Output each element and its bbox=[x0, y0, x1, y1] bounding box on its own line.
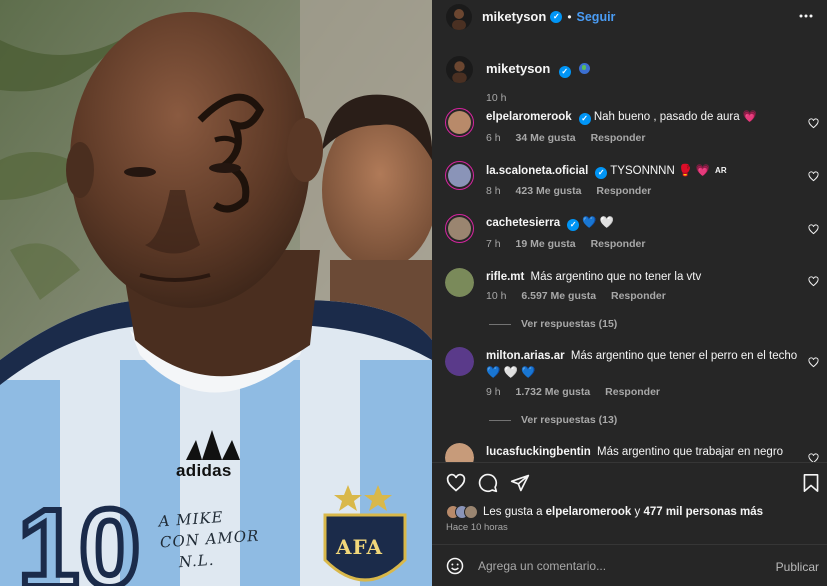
post-timestamp: Hace 10 horas bbox=[446, 522, 508, 533]
commenter-avatar[interactable] bbox=[445, 161, 474, 190]
comment-time: 10 h bbox=[486, 290, 507, 302]
like-comment-heart-icon[interactable] bbox=[808, 224, 819, 235]
verified-badge-icon: ✓ bbox=[578, 112, 591, 125]
reply-button[interactable]: Responder bbox=[591, 132, 646, 144]
more-options-icon[interactable] bbox=[799, 7, 813, 28]
author-username[interactable]: miketyson bbox=[482, 9, 546, 24]
post-photo[interactable]: 10 adidas A MIKE CON AMOR N.L. AFA bbox=[0, 0, 432, 586]
caption-avatar[interactable] bbox=[446, 56, 473, 83]
reply-button[interactable]: Responder bbox=[591, 238, 646, 250]
jersey-number: 10 bbox=[18, 487, 140, 586]
view-replies-button[interactable]: Ver respuestas (13) bbox=[489, 414, 617, 426]
likes-middle: y bbox=[631, 506, 644, 518]
comment-username[interactable]: lucasfuckingbentin bbox=[486, 446, 591, 458]
comment-likes[interactable]: 34 Me gusta bbox=[516, 132, 576, 144]
comment-emoji-line: 💙 🤍 💙 bbox=[486, 367, 536, 379]
comments-list[interactable]: miketyson ✓ 10 h elpelaromerook ✓ Nah bue… bbox=[432, 44, 827, 462]
reply-button[interactable]: Responder bbox=[596, 185, 651, 197]
verified-badge-icon: ✓ bbox=[567, 218, 580, 231]
comment-time: 9 h bbox=[486, 386, 501, 398]
comment-meta: 7 h 19 Me gusta Responder bbox=[486, 238, 657, 250]
like-comment-heart-icon[interactable] bbox=[808, 118, 819, 129]
likes-prefix: Les gusta a bbox=[483, 506, 546, 518]
comment-text: Nah bueno , pasado de aura bbox=[593, 111, 740, 123]
reply-button[interactable]: Responder bbox=[605, 386, 660, 398]
comment-text: Más argentino que trabajar en negro bbox=[597, 446, 784, 458]
caption-username[interactable]: miketyson bbox=[486, 61, 550, 76]
view-replies-button[interactable]: Ver respuestas (15) bbox=[489, 318, 617, 330]
comment-likes[interactable]: 423 Me gusta bbox=[516, 185, 582, 197]
like-comment-heart-icon[interactable] bbox=[808, 453, 819, 462]
commenter-avatar[interactable] bbox=[445, 347, 474, 376]
comment-composer: Publicar bbox=[432, 544, 827, 586]
emoji-picker-icon[interactable] bbox=[446, 557, 464, 575]
comment-emoji: 🥊 💗 bbox=[678, 165, 710, 177]
comment-likes[interactable]: 1.732 Me gusta bbox=[516, 386, 591, 398]
likes-count[interactable]: 477 mil personas más bbox=[643, 506, 763, 518]
reply-button[interactable]: Responder bbox=[611, 290, 666, 302]
separator-dot: • bbox=[567, 9, 572, 24]
comment-meta: 8 h 423 Me gusta Responder bbox=[486, 185, 663, 197]
globe-emoji-icon bbox=[579, 63, 591, 74]
share-send-icon[interactable] bbox=[510, 473, 530, 493]
comment-input[interactable] bbox=[478, 555, 758, 577]
comment-likes[interactable]: 19 Me gusta bbox=[516, 238, 576, 250]
comment-text: Más argentino que no tener la vtv bbox=[530, 271, 702, 283]
photo-illustration: 10 bbox=[0, 0, 432, 586]
comment-meta: 10 h 6.597 Me gusta Responder bbox=[486, 290, 678, 302]
like-heart-icon[interactable] bbox=[446, 473, 466, 493]
comment-likes[interactable]: 6.597 Me gusta bbox=[521, 290, 596, 302]
jersey-signature: A MIKE CON AMOR N.L. bbox=[157, 508, 260, 573]
like-comment-heart-icon[interactable] bbox=[808, 357, 819, 368]
afa-badge: AFA bbox=[336, 535, 384, 559]
publish-button[interactable]: Publicar bbox=[776, 560, 819, 574]
caption-time: 10 h bbox=[486, 92, 507, 104]
comment-emoji: 💗 bbox=[742, 111, 758, 123]
comment-time: 8 h bbox=[486, 185, 501, 197]
comment-emoji: 💙 🤍 bbox=[582, 217, 615, 229]
verified-badge-icon: ✓ bbox=[595, 166, 608, 179]
comment-text: TYSONNNN bbox=[610, 165, 675, 177]
post-sidebar: miketyson ✓ • Seguir miketyson ✓ 10 h el… bbox=[432, 0, 827, 586]
post-header: miketyson ✓ • Seguir bbox=[432, 0, 827, 33]
likes-text: Les gusta a elpelaromerook y 477 mil per… bbox=[483, 506, 763, 518]
country-tag: AR bbox=[715, 166, 727, 175]
comment-username[interactable]: cachetesierra bbox=[486, 217, 560, 229]
commenter-avatar[interactable] bbox=[445, 108, 474, 137]
comment-bubble-icon[interactable] bbox=[478, 473, 498, 493]
comment-text: Más argentino que tener el perro en el t… bbox=[570, 350, 798, 362]
comment-time: 7 h bbox=[486, 238, 501, 250]
commenter-avatar[interactable] bbox=[445, 268, 474, 297]
commenter-avatar[interactable] bbox=[445, 443, 474, 462]
comment-username[interactable]: rifle.mt bbox=[486, 271, 524, 283]
follow-button[interactable]: Seguir bbox=[577, 10, 616, 24]
verified-badge-icon: ✓ bbox=[558, 65, 571, 78]
jersey-brand: adidas bbox=[176, 461, 232, 480]
comment-username[interactable]: milton.arias.ar bbox=[486, 350, 565, 362]
comment-username[interactable]: la.scaloneta.oficial bbox=[486, 165, 588, 177]
likes-summary: Les gusta a elpelaromerook y 477 mil per… bbox=[446, 503, 763, 521]
comment-username[interactable]: elpelaromerook bbox=[486, 111, 572, 123]
like-comment-heart-icon[interactable] bbox=[808, 276, 819, 287]
author-avatar[interactable] bbox=[446, 3, 472, 30]
like-comment-heart-icon[interactable] bbox=[808, 171, 819, 182]
save-bookmark-icon[interactable] bbox=[802, 473, 820, 493]
post-actions bbox=[432, 462, 827, 502]
liker-avatar bbox=[464, 505, 478, 519]
comment-time: 6 h bbox=[486, 132, 501, 144]
comment-meta: 9 h 1.732 Me gusta Responder bbox=[486, 386, 672, 398]
liker-username[interactable]: elpelaromerook bbox=[546, 506, 632, 518]
verified-badge-icon: ✓ bbox=[550, 10, 563, 23]
comment-meta: 6 h 34 Me gusta Responder bbox=[486, 132, 657, 144]
commenter-avatar[interactable] bbox=[445, 214, 474, 243]
